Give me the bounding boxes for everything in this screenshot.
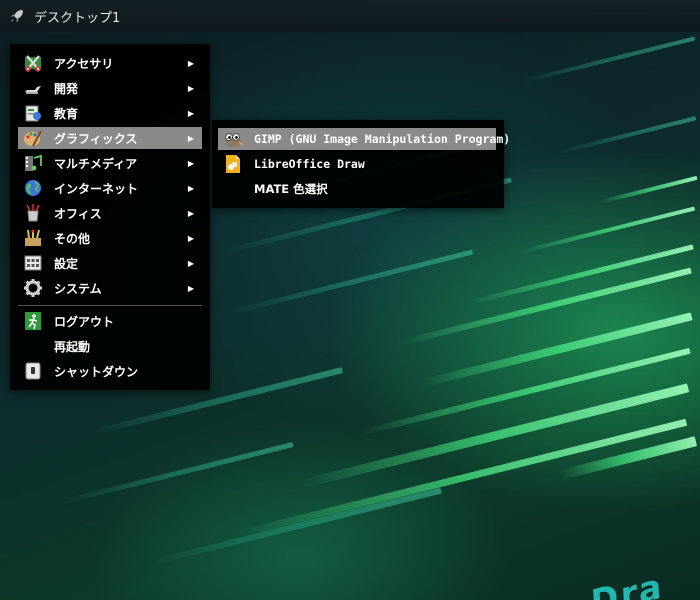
menu-item-logout[interactable]: ログアウト xyxy=(18,310,202,332)
menu-item-graphics[interactable]: グラフィックス ▶ xyxy=(18,127,202,149)
education-icon xyxy=(22,102,44,124)
submenu-arrow-icon: ▶ xyxy=(187,108,195,118)
rocket-icon[interactable] xyxy=(8,7,26,25)
submenu-arrow-icon: ▶ xyxy=(187,58,195,68)
submenu-arrow-icon: ▶ xyxy=(187,158,195,168)
submenu-arrow-icon: ▶ xyxy=(187,208,195,218)
other-icon xyxy=(22,227,44,249)
menu-item-system[interactable]: システム ▶ xyxy=(18,277,202,299)
menu-item-accessories[interactable]: アクセサリ ▶ xyxy=(18,52,202,74)
submenu-item-libreoffice-draw[interactable]: LibreOffice Draw xyxy=(218,153,496,175)
menu-item-restart[interactable]: 再起動 xyxy=(18,335,202,357)
graphics-icon xyxy=(22,127,44,149)
libreoffice-draw-icon xyxy=(222,153,244,175)
menu-item-multimedia[interactable]: マルチメディア ▶ xyxy=(18,152,202,174)
workspace-title: デスクトップ1 xyxy=(34,10,121,26)
submenu-arrow-icon: ▶ xyxy=(187,258,195,268)
submenu-arrow-icon: ▶ xyxy=(187,133,195,143)
submenu-item-gimp[interactable]: GIMP (GNU Image Manipulation Program) xyxy=(218,128,510,150)
development-icon xyxy=(22,77,44,99)
submenu-arrow-icon: ▶ xyxy=(187,183,195,193)
wallpaper-logo-text: Dra xyxy=(586,566,668,600)
gimp-icon xyxy=(222,128,244,150)
submenu-arrow-icon: ▶ xyxy=(187,283,195,293)
menu-item-settings[interactable]: 設定 ▶ xyxy=(18,252,202,274)
logout-icon xyxy=(22,310,44,332)
system-gear-icon xyxy=(22,277,44,299)
menu-item-internet[interactable]: インターネット ▶ xyxy=(18,177,202,199)
accessories-icon xyxy=(22,52,44,74)
shutdown-icon xyxy=(22,360,44,382)
graphics-submenu: GIMP (GNU Image Manipulation Program) Li… xyxy=(212,120,510,208)
submenu-arrow-icon: ▶ xyxy=(187,83,195,93)
submenu-item-mate-color-select[interactable]: MATE 色選択 xyxy=(218,178,496,200)
top-panel: デスクトップ1 xyxy=(0,0,700,32)
office-icon xyxy=(22,202,44,224)
menu-item-other[interactable]: その他 ▶ xyxy=(18,227,202,249)
menu-item-office[interactable]: オフィス ▶ xyxy=(18,202,202,224)
menu-item-development[interactable]: 開発 ▶ xyxy=(18,77,202,99)
application-menu: アクセサリ ▶ 開発 ▶ 教育 ▶ グラフィックス ▶ マルチメディア ▶ イン… xyxy=(10,44,210,390)
submenu-arrow-icon: ▶ xyxy=(187,233,195,243)
menu-separator xyxy=(18,305,202,306)
multimedia-icon xyxy=(22,152,44,174)
menu-item-shutdown[interactable]: シャットダウン xyxy=(18,360,202,382)
settings-icon xyxy=(22,252,44,274)
internet-globe-icon xyxy=(22,177,44,199)
menu-item-education[interactable]: 教育 ▶ xyxy=(18,102,202,124)
